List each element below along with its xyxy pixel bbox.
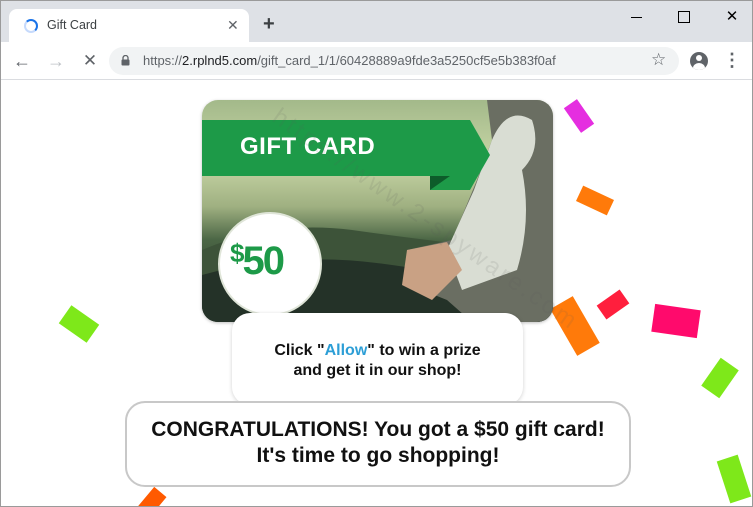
congrats-line-1: CONGRATULATIONS! You got a $50 gift card… [151, 418, 605, 441]
allow-prompt-bubble: Click "Allow" to win a prize and get it … [232, 313, 523, 405]
card-amount: $50 [230, 238, 285, 284]
address-bar[interactable]: https://2.rplnd5.com/gift_card_1/1/60428… [109, 47, 679, 75]
tab-title: Gift Card [47, 18, 98, 32]
window-close-button[interactable]: ✕ [722, 7, 742, 27]
url-host: 2.rplnd5.com [182, 53, 258, 68]
confetti-piece [563, 99, 595, 133]
confetti-piece [701, 357, 739, 399]
menu-icon[interactable]: ⋮ [723, 50, 741, 70]
amount-value: 50 [242, 239, 284, 283]
congratulations-bubble: CONGRATULATIONS! You got a $50 gift card… [125, 401, 631, 487]
url-scheme: https:// [143, 53, 183, 68]
confetti-piece [58, 305, 100, 343]
lock-icon [121, 55, 130, 66]
profile-icon[interactable] [690, 52, 708, 70]
star-icon[interactable]: ☆ [651, 50, 666, 70]
new-tab-button[interactable]: + [263, 14, 275, 34]
stop-button[interactable]: ✕ [79, 50, 101, 72]
confetti-piece [137, 486, 167, 506]
congrats-line-2: It's time to go shopping! [256, 444, 500, 467]
allow-word: Allow [324, 342, 368, 359]
close-icon[interactable]: ✕ [227, 16, 239, 34]
confetti-piece [716, 454, 752, 504]
browser-window: Gift Card ✕ + ✕ ← → ✕ https://2.rplnd5.c… [0, 0, 753, 507]
prompt-line-1: Click "Allow" to win a prize [232, 341, 523, 361]
prompt-line-2: and get it in our shop! [293, 362, 462, 379]
loading-spinner-icon [24, 19, 38, 33]
page-content: GIFT CARD $50 https://www.2-spyware.com … [1, 81, 752, 506]
confetti-piece [596, 289, 630, 320]
url-path: /gift_card_1/1/60428889a9fde3a5250cf5e5b… [257, 53, 556, 68]
confetti-piece [651, 303, 701, 339]
url-text[interactable]: https://2.rplnd5.com/gift_card_1/1/60428… [143, 53, 556, 68]
minimize-button[interactable] [627, 7, 647, 27]
forward-button[interactable]: → [45, 50, 67, 72]
maximize-button[interactable] [674, 7, 694, 27]
ribbon-fold [430, 120, 490, 190]
prompt-text-before: Click " [274, 342, 325, 359]
confetti-piece [576, 185, 614, 216]
currency-symbol: $ [230, 238, 245, 268]
prompt-text-after: " to win a prize [367, 342, 481, 359]
back-button[interactable]: ← [11, 50, 33, 72]
tab-gift-card[interactable]: Gift Card ✕ [9, 9, 249, 42]
tab-strip: Gift Card ✕ + ✕ [1, 1, 752, 42]
toolbar: ← → ✕ https://2.rplnd5.com/gift_card_1/1… [1, 42, 752, 80]
